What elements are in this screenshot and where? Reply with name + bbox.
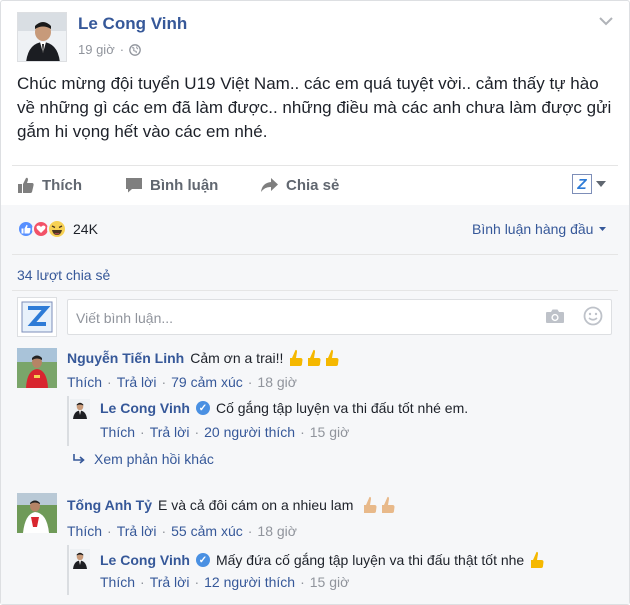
reply-reactions-link[interactable]: 12 người thích — [204, 574, 295, 590]
reply-reply-link[interactable]: Trả lời — [150, 574, 190, 590]
author-avatar[interactable] — [17, 12, 67, 62]
reply-meta: Thích · Trả lời · 20 người thích · 15 gi… — [100, 424, 350, 440]
commenter-avatar[interactable] — [17, 493, 57, 533]
reply-reactions-link[interactable]: 20 người thích — [204, 424, 295, 440]
thumbs-up-emoji-icon — [308, 349, 321, 366]
comment-sort-label: Bình luận hàng đầu — [472, 221, 594, 237]
caret-down-icon — [599, 227, 607, 231]
globe-icon — [129, 43, 141, 56]
reply-text: Cố gắng tập luyện va thi đấu tốt nhé em. — [215, 400, 469, 416]
comment-reply-link[interactable]: Trả lời — [117, 523, 157, 539]
comment-author[interactable]: Nguyễn Tiến Linh — [67, 350, 184, 366]
reply-reply-link[interactable]: Trả lời — [150, 424, 190, 440]
reply-thread-line — [67, 545, 69, 595]
post-meta: 19 giờ · — [78, 42, 141, 57]
page-logo-icon: Z — [572, 174, 592, 194]
comment-text: E và cả đôi cám on a nhieu lam — [158, 497, 354, 513]
comment-meta: Thích · Trả lời · 55 cảm xúc · 18 giờ — [67, 523, 297, 539]
post-content: Chúc mừng đội tuyển U19 Việt Nam.. các e… — [17, 74, 612, 141]
comment-reactions-link[interactable]: 55 cảm xúc — [171, 523, 243, 539]
like-button[interactable]: Thích — [17, 175, 82, 195]
reply-like-link[interactable]: Thích — [100, 574, 135, 590]
comment: Nguyễn Tiến Linh Cảm ơn a trai!! — [67, 348, 339, 368]
more-replies-link[interactable]: Xem phản hồi khác — [72, 451, 214, 467]
reply: Le Cong Vinh ✓ Cố gắng tập luyện va thi … — [100, 400, 468, 416]
post-time[interactable]: 19 giờ — [78, 42, 115, 57]
reaction-count: 24K — [73, 221, 98, 237]
camera-icon[interactable] — [545, 308, 565, 324]
share-icon — [261, 178, 278, 192]
comment-reply-link[interactable]: Trả lời — [117, 374, 157, 390]
comment: Tống Anh Tỷ E và cả đôi cám on a nhieu l… — [67, 495, 395, 515]
thumbs-up-emoji-icon — [290, 349, 303, 366]
haha-reaction-icon — [47, 219, 67, 239]
reply-time[interactable]: 15 giờ — [310, 424, 350, 440]
verified-badge-icon: ✓ — [195, 553, 210, 567]
comment-text: Cảm ơn a trai!! — [190, 350, 284, 366]
page-selector[interactable]: Z — [572, 174, 606, 194]
comment-reactions-link[interactable]: 79 cảm xúc — [171, 374, 243, 390]
comment-icon — [126, 178, 142, 193]
post-options-chevron-icon[interactable] — [597, 14, 615, 28]
reply-author[interactable]: Le Cong Vinh — [100, 400, 190, 416]
caret-down-icon — [596, 181, 606, 187]
comment-author[interactable]: Tống Anh Tỷ — [67, 497, 152, 513]
reply-author[interactable]: Le Cong Vinh — [100, 552, 190, 568]
reply-author-avatar[interactable] — [70, 399, 90, 419]
reply-arrow-icon — [73, 454, 85, 464]
comment-like-link[interactable]: Thích — [67, 374, 102, 390]
reply-like-link[interactable]: Thích — [100, 424, 135, 440]
thumbs-up-emoji-group — [285, 348, 339, 368]
commenter-avatar[interactable] — [17, 348, 57, 388]
more-replies-label: Xem phản hồi khác — [94, 451, 214, 467]
thumbs-up-emoji-icon — [364, 496, 377, 513]
thumbs-up-emoji-group — [359, 495, 395, 515]
comment-button[interactable]: Bình luận — [125, 175, 218, 195]
reply-thread-line — [67, 396, 69, 446]
comment-label: Bình luận — [150, 176, 219, 194]
comment-time[interactable]: 18 giờ — [257, 523, 297, 539]
reply-text: Mấy đứa cố gắng tập luyện va thi đấu thậ… — [215, 552, 525, 568]
comment-meta: Thích · Trả lời · 79 cảm xúc · 18 giờ — [67, 374, 297, 390]
emoji-icon[interactable] — [583, 306, 603, 326]
reply-time[interactable]: 15 giờ — [310, 574, 350, 590]
thumbs-up-emoji-icon — [326, 349, 339, 366]
post-author-name[interactable]: Le Cong Vinh — [78, 14, 187, 34]
verified-badge-icon: ✓ — [195, 401, 210, 415]
reply-author-avatar[interactable] — [70, 549, 90, 569]
comment-input[interactable]: Viết bình luận... — [67, 299, 612, 335]
comment-time[interactable]: 18 giờ — [257, 374, 297, 390]
thumbs-up-emoji-icon — [531, 551, 544, 568]
reactions-summary[interactable]: 24K — [17, 219, 98, 239]
divider — [12, 290, 618, 291]
thumbs-up-emoji-icon — [382, 496, 395, 513]
comment-sort-dropdown[interactable]: Bình luận hàng đầu — [472, 221, 607, 237]
share-label: Chia sẻ — [286, 176, 340, 194]
share-button[interactable]: Chia sẻ — [260, 175, 339, 195]
like-label: Thích — [42, 176, 82, 194]
divider — [12, 165, 618, 166]
share-count-link[interactable]: 34 lượt chia sẻ — [17, 267, 110, 283]
comment-like-link[interactable]: Thích — [67, 523, 102, 539]
composer-avatar — [17, 297, 57, 337]
divider — [12, 254, 618, 255]
thumbs-up-icon — [18, 177, 34, 193]
reply-meta: Thích · Trả lời · 12 người thích · 15 gi… — [100, 574, 350, 590]
reply: Le Cong Vinh ✓ Mấy đứa cố gắng tập luyện… — [100, 550, 544, 570]
